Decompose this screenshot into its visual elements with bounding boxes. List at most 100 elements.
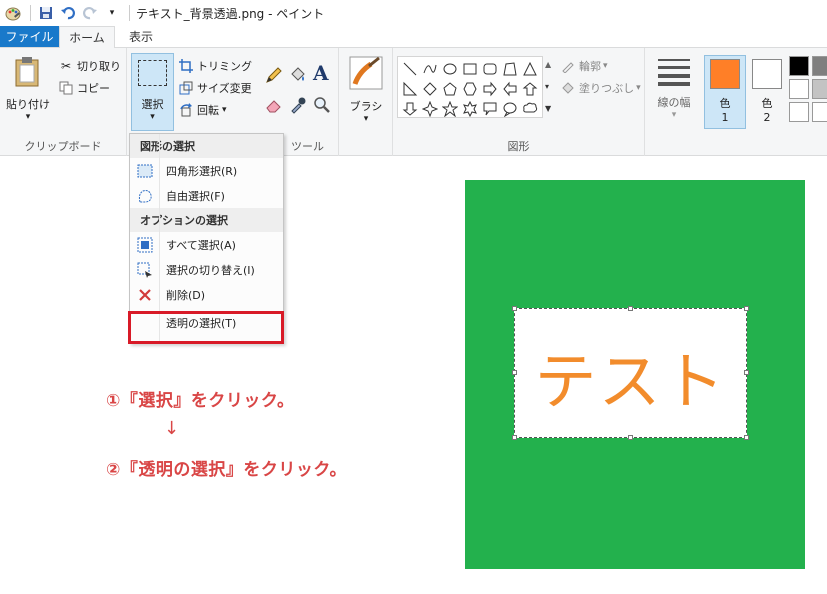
menu-item-rect-select[interactable]: 四角形選択(R) (130, 158, 283, 183)
fill-button[interactable]: 塗りつぶし ▾ (560, 80, 641, 96)
selection-handle[interactable] (512, 306, 517, 311)
fill-bucket-icon[interactable] (289, 66, 307, 87)
selection-marquee-icon (138, 60, 167, 86)
pencil-icon[interactable] (265, 66, 283, 87)
scissors-icon: ✂ (60, 59, 72, 73)
menu-item-select-all[interactable]: すべて選択(A) (130, 232, 283, 257)
polygon-shape-icon[interactable] (500, 59, 519, 78)
tools-group-label: ツール (291, 140, 324, 153)
rotate-icon (178, 102, 194, 118)
instruction-step-2: ②『透明の選択』をクリック。 (106, 460, 348, 480)
instruction-arrow: ↓ (164, 418, 180, 439)
menu-item-free-select[interactable]: 自由選択(F) (130, 183, 283, 208)
color1-number: 1 (721, 111, 729, 124)
diamond-shape-icon[interactable] (420, 79, 439, 98)
resize-icon (178, 80, 194, 96)
palette-color-gray[interactable] (812, 56, 827, 76)
chevron-down-icon: ▾ (671, 110, 677, 120)
left-arrow-shape-icon[interactable] (500, 79, 519, 98)
redo-icon[interactable] (81, 4, 99, 22)
crop-icon (178, 58, 194, 74)
selection-handle[interactable] (744, 306, 749, 311)
cut-label: 切り取り (77, 60, 121, 73)
menu-item-label: 選択の切り替え(I) (166, 263, 255, 277)
palette-color-empty[interactable] (789, 102, 809, 122)
resize-button[interactable]: サイズ変更 (178, 80, 252, 96)
tab-view[interactable]: 表示 (115, 26, 167, 47)
eraser-icon[interactable] (265, 96, 283, 117)
right-triangle-shape-icon[interactable] (400, 79, 419, 98)
shapes-group-label: 図形 (507, 140, 530, 153)
resize-label: サイズ変更 (197, 82, 252, 95)
palette-color-empty[interactable] (812, 102, 827, 122)
palette-color-white[interactable] (789, 79, 809, 99)
selection-handle[interactable] (512, 370, 517, 375)
palette-color-light-gray[interactable] (812, 79, 827, 99)
rotate-button[interactable]: 回転 ▾ (178, 102, 227, 118)
selection-handle[interactable] (512, 435, 517, 440)
oval-callout-shape-icon[interactable] (500, 99, 519, 118)
delete-x-icon (130, 288, 160, 302)
menu-section-option-select: オプションの選択 (130, 208, 283, 232)
crop-button[interactable]: トリミング (178, 58, 252, 74)
rounded-rectangle-shape-icon[interactable] (480, 59, 499, 78)
cut-button[interactable]: ✂ 切り取り (58, 58, 121, 74)
up-arrow-shape-icon[interactable] (520, 79, 539, 98)
paint-app-icon[interactable] (4, 4, 22, 22)
palette-color-black[interactable] (789, 56, 809, 76)
tab-file[interactable]: ファイル (0, 26, 59, 47)
menu-item-label: 削除(D) (166, 288, 206, 302)
oval-shape-icon[interactable] (440, 59, 459, 78)
color-picker-icon[interactable] (289, 96, 307, 117)
copy-button[interactable]: コピー (58, 80, 110, 96)
brush-label: ブラシ (349, 100, 383, 113)
outline-button[interactable]: 輪郭 ▾ (560, 58, 608, 74)
down-arrow-shape-icon[interactable] (400, 99, 419, 118)
save-icon[interactable] (37, 4, 55, 22)
color1-button[interactable]: 色 1 (704, 55, 746, 129)
triangle-shape-icon[interactable] (520, 59, 539, 78)
chevron-down-icon: ▾ (25, 112, 31, 122)
selection-handle[interactable] (628, 435, 633, 440)
tab-home[interactable]: ホーム (59, 26, 115, 48)
gallery-scroll-up-icon[interactable]: ▲ (545, 60, 551, 69)
selection-handle[interactable] (744, 370, 749, 375)
curve-shape-icon[interactable] (420, 59, 439, 78)
customize-toolbar-icon[interactable]: ▾ (103, 4, 121, 22)
brush-button[interactable]: ブラシ ▾ (345, 56, 387, 124)
instruction-step-1: ①『選択』をクリック。 (106, 391, 295, 411)
menu-item-invert-selection[interactable]: 選択の切り替え(I) (130, 257, 283, 282)
line-width-icon (658, 59, 690, 86)
rectangle-shape-icon[interactable] (460, 59, 479, 78)
right-arrow-shape-icon[interactable] (480, 79, 499, 98)
menu-section-shape-select: 図形の選択 (130, 134, 283, 158)
selection-handle[interactable] (628, 306, 633, 311)
menu-item-delete[interactable]: 削除(D) (130, 282, 283, 307)
pentagon-shape-icon[interactable] (440, 79, 459, 98)
five-point-star-shape-icon[interactable] (440, 99, 459, 118)
menu-item-label: 自由選択(F) (166, 189, 225, 203)
clipboard-group-label: クリップボード (24, 140, 102, 153)
gallery-more-icon[interactable]: ▾ (545, 82, 549, 91)
selection-handle[interactable] (744, 435, 749, 440)
rect-select-icon (130, 164, 160, 178)
window-title: テキスト_背景透過.png - ペイント (136, 6, 325, 21)
size-button[interactable]: 線の幅 ▾ (651, 56, 697, 120)
color2-swatch (752, 59, 782, 89)
select-button[interactable]: 選択 ▾ (131, 53, 174, 131)
magnifier-icon[interactable] (313, 96, 331, 117)
chevron-down-icon: ▾ (636, 83, 641, 93)
cloud-callout-shape-icon[interactable] (520, 99, 539, 118)
separator (129, 5, 130, 21)
paste-button[interactable]: 貼り付け ▾ (6, 56, 50, 122)
gallery-scroll-down-icon[interactable]: ▼ (545, 104, 551, 113)
color2-button[interactable]: 色 2 (746, 55, 788, 129)
text-tool-icon[interactable]: A (313, 61, 329, 85)
four-point-star-shape-icon[interactable] (420, 99, 439, 118)
line-shape-icon[interactable] (400, 59, 419, 78)
hexagon-shape-icon[interactable] (460, 79, 479, 98)
canvas-selection[interactable]: テスト (514, 308, 747, 438)
rect-callout-shape-icon[interactable] (480, 99, 499, 118)
six-point-star-shape-icon[interactable] (460, 99, 479, 118)
undo-icon[interactable] (59, 4, 77, 22)
